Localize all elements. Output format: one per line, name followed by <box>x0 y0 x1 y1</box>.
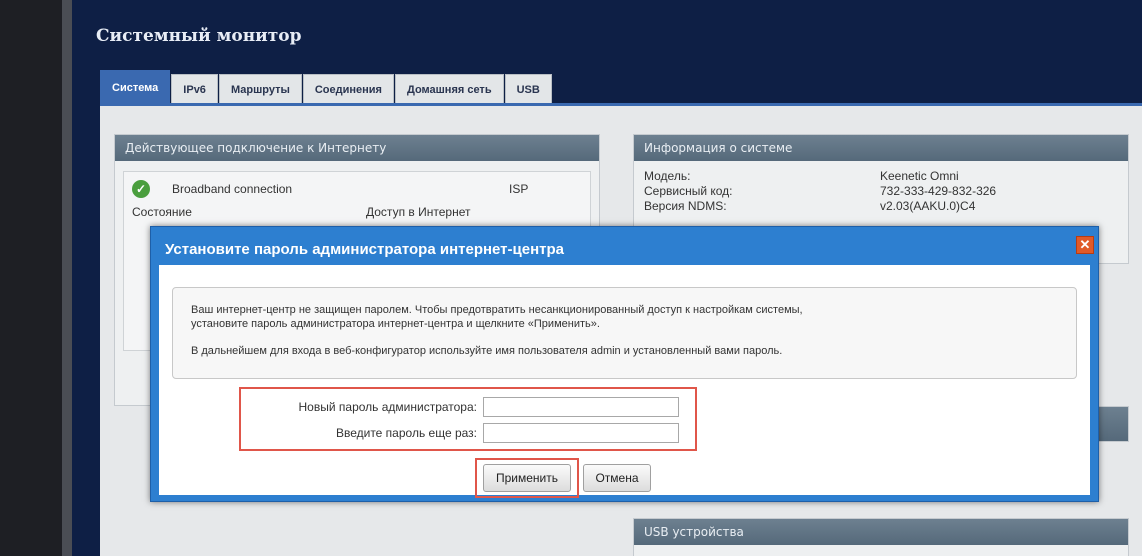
model-label: Модель: <box>644 169 691 183</box>
screen: Системный монитор Система IPv6 Маршруты … <box>0 0 1142 556</box>
model-value: Keenetic Omni <box>880 169 959 183</box>
repeat-password-input[interactable] <box>483 423 679 443</box>
connection-name[interactable]: Broadband connection <box>172 182 292 196</box>
check-icon: ✓ <box>132 180 150 198</box>
message-line-3: В дальнейшем для входа в веб-конфигурато… <box>191 345 783 357</box>
left-dark-bar <box>0 0 62 556</box>
password-fields-highlight: Новый пароль администратора: Введите пар… <box>239 387 697 451</box>
service-code-label: Сервисный код: <box>644 184 733 198</box>
usb-devices-title: USB устройства <box>634 519 1128 545</box>
dialog-body: Ваш интернет-центр не защищен паролем. Ч… <box>159 265 1090 498</box>
message-line-1: Ваш интернет-центр не защищен паролем. Ч… <box>191 304 803 316</box>
tab-connections[interactable]: Соединения <box>302 74 394 104</box>
ndms-version-label: Версия NDMS: <box>644 199 727 213</box>
connection-type: ISP <box>509 182 529 196</box>
state-label: Состояние <box>132 205 192 219</box>
system-info-title: Информация о системе <box>634 135 1128 161</box>
tab-routes[interactable]: Маршруты <box>218 74 302 104</box>
info-message-box: Ваш интернет-центр не защищен паролем. Ч… <box>172 287 1077 379</box>
new-password-label: Новый пароль администратора: <box>298 400 477 414</box>
tab-usb[interactable]: USB <box>504 74 552 104</box>
apply-button[interactable]: Применить <box>483 464 571 492</box>
set-password-dialog: Установите пароль администратора интерне… <box>150 226 1099 502</box>
tab-ipv6[interactable]: IPv6 <box>171 74 218 104</box>
page-title: Системный монитор <box>96 26 302 46</box>
repeat-password-label: Введите пароль еще раз: <box>335 426 477 440</box>
tab-bar: Система IPv6 Маршруты Соединения Домашня… <box>100 70 553 104</box>
dialog-title: Установите пароль администратора интерне… <box>165 241 565 258</box>
tab-home-network[interactable]: Домашняя сеть <box>394 74 504 104</box>
close-icon[interactable]: ✕ <box>1076 236 1094 254</box>
new-password-input[interactable] <box>483 397 679 417</box>
usb-devices-panel: USB устройства <box>633 518 1129 556</box>
service-code-value: 732-333-429-832-326 <box>880 184 997 198</box>
internet-panel-title: Действующее подключение к Интернету <box>115 135 599 161</box>
state-value: Доступ в Интернет <box>366 205 471 219</box>
tab-system[interactable]: Система <box>100 70 171 104</box>
cancel-button[interactable]: Отмена <box>583 464 651 492</box>
ndms-version-value: v2.03(AAKU.0)C4 <box>880 199 976 213</box>
message-line-2: установите пароль администратора интерне… <box>191 318 600 330</box>
